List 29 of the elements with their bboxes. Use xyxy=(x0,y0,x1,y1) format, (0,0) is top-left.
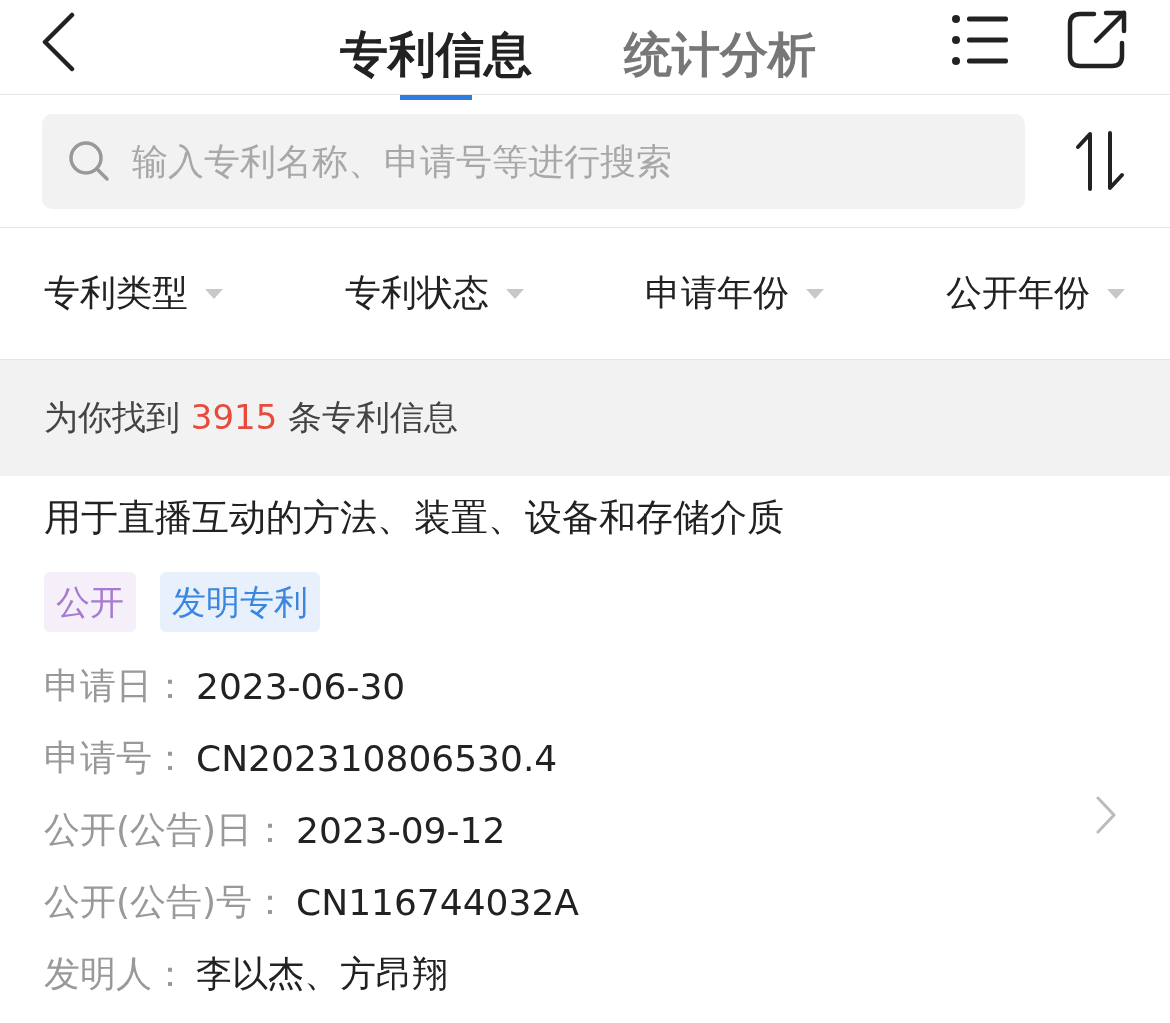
field-value: 2023-09-12 xyxy=(296,809,506,851)
tab[interactable]: 统计分析 xyxy=(624,2,816,100)
search-field[interactable]: 输入专利名称、申请号等进行搜索 xyxy=(42,113,1025,209)
patent-title[interactable]: 用于直播互动的方法、装置、设备和存储介质 xyxy=(44,494,1126,542)
field-value: 2023-06-30 xyxy=(196,665,406,707)
filter-dropdown[interactable]: 专利状态 xyxy=(344,269,489,318)
share-icon[interactable] xyxy=(1066,9,1128,71)
filter-dropdown[interactable]: 申请年份 xyxy=(645,269,790,318)
field-value: 李以杰、方昂翔 xyxy=(196,951,448,996)
field-label: 发明人： xyxy=(44,951,188,996)
field-label: 公开(公告)号： xyxy=(44,879,289,924)
tag: 公开 xyxy=(44,572,136,632)
field-value: CN116744032A xyxy=(296,881,579,923)
field-label: 申请日： xyxy=(44,663,188,708)
field-value: CN202310806530.4 xyxy=(196,737,558,779)
filter-dropdown[interactable]: 专利类型 xyxy=(44,269,188,318)
tag: 发明专利 xyxy=(160,572,320,632)
caret-icon xyxy=(504,287,525,300)
menu-icon[interactable] xyxy=(952,14,1008,66)
caret-icon xyxy=(204,287,224,300)
field-label: 申请号： xyxy=(44,735,188,780)
result-count-text: 为你找到 3915 条专利信息 xyxy=(44,396,459,439)
caret-icon xyxy=(1105,287,1126,300)
search-icon xyxy=(68,139,110,182)
back-icon[interactable] xyxy=(40,12,76,72)
filter-dropdown[interactable]: 公开年份 xyxy=(945,269,1090,318)
sort-icon[interactable] xyxy=(1074,131,1126,191)
field-label: 公开(公告)日： xyxy=(44,807,289,852)
caret-icon xyxy=(805,287,826,300)
